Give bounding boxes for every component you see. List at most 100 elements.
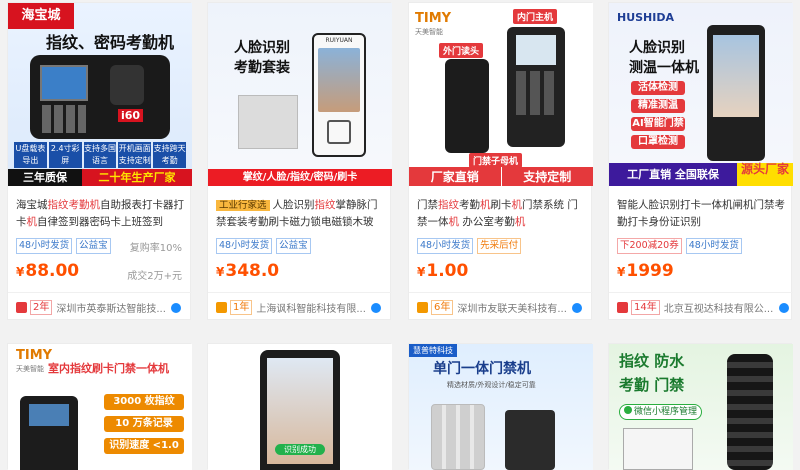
device-illustration: i60	[30, 55, 170, 139]
product-title[interactable]: 海宝城指纹考勤机自助报表打卡器打卡机自律签到器密码卡上班签到	[16, 197, 186, 231]
banner-left: 三年质保	[8, 169, 82, 186]
wechat-badge: 微信小程序管理	[619, 404, 703, 420]
image-headline: 室内指纹刷卡门禁一体机	[48, 362, 169, 375]
service-tag: 48小时发货	[417, 238, 474, 254]
brand-logo: TIMY	[16, 348, 53, 363]
promo-banner: 工厂直销 全国联保 源头厂家	[609, 163, 793, 186]
service-tag: 公益宝	[76, 238, 111, 254]
shop-badge-icon	[16, 302, 27, 313]
repeat-rate: 复购率10%	[129, 243, 182, 254]
brand-sub: 天美智能	[16, 365, 44, 373]
product-grid: 海宝城 指纹、密码考勤机 i60 U盘载表导出 2.4寸彩屏 支持多国语言 开机…	[0, 0, 800, 470]
product-image[interactable]: TIMY 天美智能 室内指纹刷卡门禁一体机 3000 枚指纹 10 万条记录 识…	[8, 344, 192, 470]
service-tag: 48小时发货	[685, 238, 742, 254]
product-title[interactable]: 智能人脸识别打卡一体机闸机门禁考勤打卡身份证识别	[617, 197, 787, 231]
product-image[interactable]: TIMY 天美智能 内门主机 外门读头 门禁子母机 厂家直销 支持定制	[409, 3, 593, 186]
brand-logo: 慧普特科技	[409, 344, 457, 357]
label-combo: 门禁子母机	[469, 153, 523, 168]
product-image[interactable]: 指纹 防水 考勤 门禁 微信小程序管理	[609, 344, 793, 470]
image-headline: 人脸识别	[629, 40, 685, 56]
product-image[interactable]: 人脸识别 考勤套装 RUIYUAN 掌纹/人脸/指纹/密码/刷卡	[208, 3, 392, 186]
product-image[interactable]: 识别成功	[208, 344, 392, 470]
label-host: 内门主机	[513, 9, 558, 24]
feature-chip: 精准测温	[631, 99, 685, 113]
feature-chip: 支持多国语言	[83, 142, 117, 168]
shop-years: 1年	[230, 300, 253, 315]
shop-row[interactable]: 6年 深圳市友联天美科技有...	[409, 292, 593, 322]
face-terminal: RUIYUAN	[312, 33, 366, 157]
chat-icon[interactable]	[371, 302, 382, 313]
feature-chip: 2.4寸彩屏	[48, 142, 82, 168]
feature-chip: 口罩检测	[631, 135, 685, 149]
product-image[interactable]: HUSHIDA 人脸识别 测温一体机 活体检测 精准测温 AI智能门禁 口罩检测…	[609, 3, 793, 186]
service-tags: 下200减20券 48小时发货	[617, 238, 742, 254]
shop-name[interactable]: 上海讽科智能科技有限...	[256, 300, 366, 315]
shop-badge-icon	[617, 302, 628, 313]
product-card[interactable]: 海宝城 指纹、密码考勤机 i60 U盘载表导出 2.4寸彩屏 支持多国语言 开机…	[7, 2, 192, 322]
product-card[interactable]: 识别成功	[207, 343, 392, 470]
recognition-caption: 识别成功	[275, 444, 325, 455]
face-terminal: 识别成功	[260, 350, 340, 470]
device-illustration	[20, 396, 78, 470]
promo-banner: 厂家直销 支持定制	[409, 167, 593, 186]
brand-logo: HUSHIDA	[617, 11, 675, 24]
price: ¥1999	[617, 261, 674, 281]
shop-years: 14年	[631, 300, 660, 315]
feature-chip: U盘载表导出	[14, 142, 47, 168]
product-image[interactable]: 海宝城 指纹、密码考勤机 i60 U盘载表导出 2.4寸彩屏 支持多国语言 开机…	[8, 3, 192, 186]
coupon-tag[interactable]: 下200减20券	[617, 238, 682, 254]
product-card[interactable]: 慧普特科技 单门一体门禁机 精选材质/外观设计/稳定可靠	[408, 343, 593, 470]
image-headline: 单门一体门禁机	[433, 361, 531, 377]
brand-sub: 天美智能	[415, 28, 443, 36]
banner-right: 支持定制	[500, 167, 593, 186]
industry-tag: 工业行家选	[216, 200, 270, 211]
product-card[interactable]: TIMY 天美智能 内门主机 外门读头 门禁子母机 厂家直销 支持定制 门禁指纹…	[408, 2, 593, 322]
service-tag: 48小时发货	[16, 238, 73, 254]
shop-row[interactable]: 2年 深圳市英泰斯达智能技...	[8, 292, 192, 322]
feature-row: U盘载表导出 2.4寸彩屏 支持多国语言 开机画面支持定制 支持跨天考勤	[14, 142, 186, 168]
shop-row[interactable]: 1年 上海讽科智能科技有限...	[208, 292, 392, 322]
spec-chip: 3000 枚指纹	[104, 394, 184, 410]
shop-row[interactable]: 14年 北京互视达科技有限公...	[609, 292, 793, 322]
spec-chip: 识别速度 <1.0 秒	[104, 438, 184, 467]
product-card[interactable]: HUSHIDA 人脸识别 测温一体机 活体检测 精准测温 AI智能门禁 口罩检测…	[608, 2, 793, 322]
shop-years: 2年	[30, 300, 53, 315]
banner-left: 工厂直销 全国联保	[609, 163, 737, 186]
banner-right: 源头厂家	[737, 163, 793, 186]
product-image[interactable]: 慧普特科技 单门一体门禁机 精选材质/外观设计/稳定可靠	[409, 344, 593, 470]
deal-volume: 成交2万+元	[127, 271, 182, 282]
chat-icon[interactable]	[171, 302, 182, 313]
feature-chip: 开机画面支持定制	[118, 142, 152, 168]
price: ¥88.00	[16, 261, 80, 281]
device-model: i60	[118, 109, 144, 122]
shop-years: 6年	[431, 300, 454, 315]
shop-badge-icon	[216, 302, 227, 313]
shop-name[interactable]: 深圳市友联天美科技有...	[457, 300, 567, 315]
image-subline: 精选材质/外观设计/稳定可靠	[447, 381, 536, 389]
service-tags: 48小时发货 先采后付	[417, 238, 522, 254]
image-headline: 指纹、密码考勤机	[46, 33, 175, 52]
keypad-device	[727, 354, 773, 470]
product-card[interactable]: TIMY 天美智能 室内指纹刷卡门禁一体机 3000 枚指纹 10 万条记录 识…	[7, 343, 192, 470]
feature-chip: AI智能门禁	[631, 117, 685, 131]
feature-chip: 活体检测	[631, 81, 685, 95]
shop-badge-icon	[417, 302, 428, 313]
shop-name[interactable]: 深圳市英泰斯达智能技...	[56, 300, 166, 315]
image-subline: 考勤套装	[234, 60, 290, 76]
service-tags: 48小时发货 公益宝	[16, 238, 111, 254]
reader-device	[505, 410, 555, 470]
price: ¥1.00	[417, 261, 469, 281]
service-tag: 先采后付	[477, 238, 522, 254]
promo-banner: 掌纹/人脸/指纹/密码/刷卡	[208, 169, 392, 186]
product-title[interactable]: 工业行家选 人脸识别指纹掌静脉门禁套装考勤刷卡磁力锁电磁锁木玻	[216, 197, 386, 231]
image-subline: 测温一体机	[629, 60, 699, 76]
chat-icon[interactable]	[572, 302, 583, 313]
product-card[interactable]: 指纹 防水 考勤 门禁 微信小程序管理	[608, 343, 793, 470]
product-title[interactable]: 门禁指纹考勤机刷卡机门禁系统 门禁一体机 办公室考勤机	[417, 197, 587, 231]
feature-chip: 支持跨天考勤	[153, 142, 186, 168]
shop-name[interactable]: 北京互视达科技有限公...	[664, 300, 774, 315]
chat-icon[interactable]	[778, 302, 789, 313]
product-card[interactable]: 人脸识别 考勤套装 RUIYUAN 掌纹/人脸/指纹/密码/刷卡 工业行家选 人脸…	[207, 2, 392, 322]
image-headline: 人脸识别	[234, 40, 290, 56]
box-illustration	[623, 428, 693, 470]
